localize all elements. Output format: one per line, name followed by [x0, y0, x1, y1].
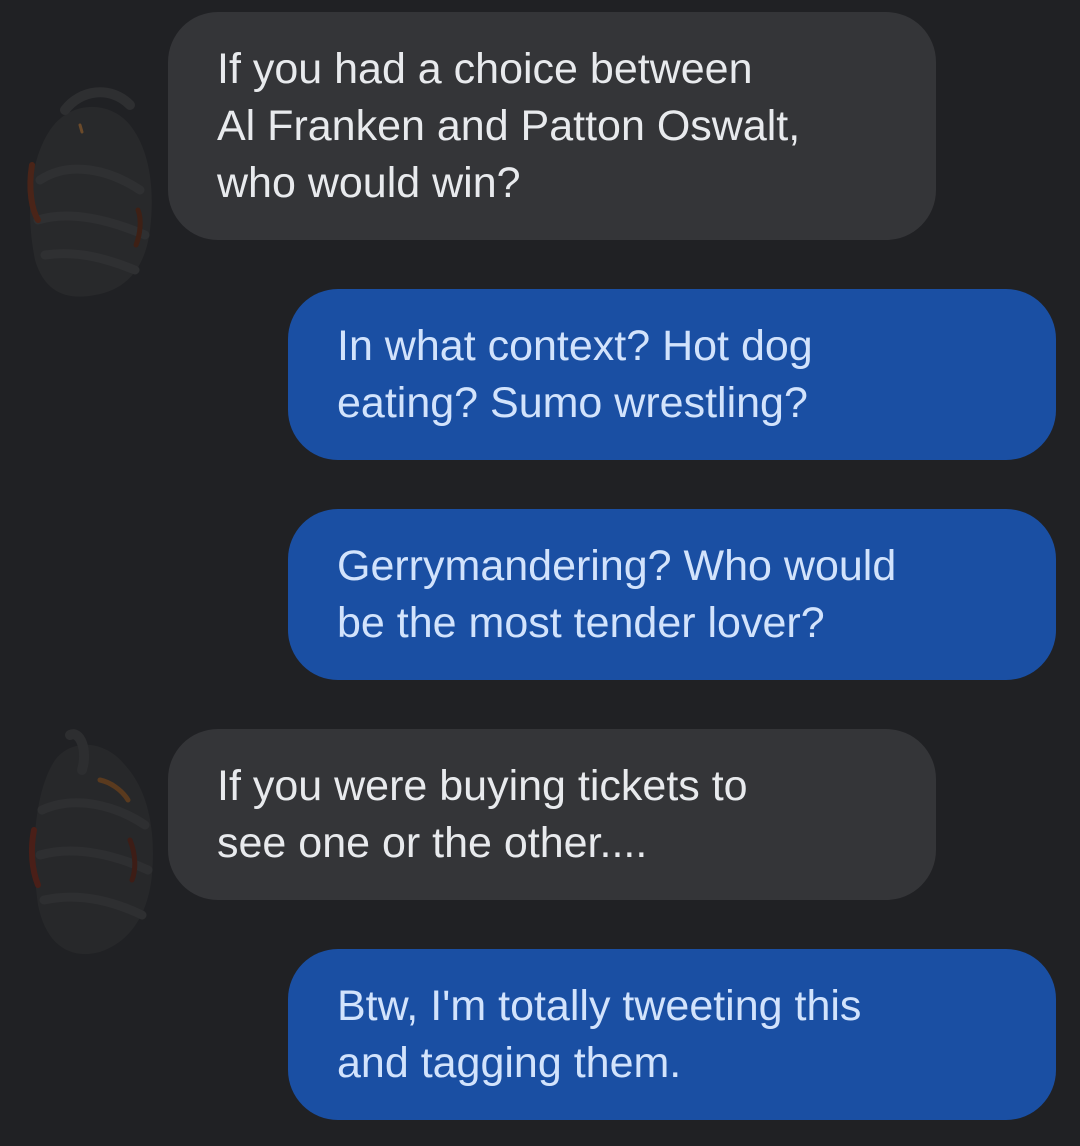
message-thread: If you had a choice between Al Franken a… — [0, 0, 1080, 1146]
message-text-line: Btw, I'm totally tweeting this — [337, 981, 862, 1030]
incoming-message-bubble[interactable]: If you were buying tickets to see one or… — [168, 729, 936, 900]
outgoing-message-bubble[interactable]: Btw, I'm totally tweeting this and taggi… — [288, 949, 1056, 1120]
message-text-line: see one or the other.... — [217, 818, 648, 867]
message-text-line: eating? Sumo wrestling? — [337, 378, 808, 427]
avatar-redacted — [27, 87, 152, 297]
message-text-line: Gerrymandering? Who would — [337, 541, 897, 590]
avatar-redacted — [28, 729, 153, 955]
message-text-line: who would win? — [217, 158, 521, 207]
outgoing-message-bubble[interactable]: Gerrymandering? Who would be the most te… — [288, 509, 1056, 680]
incoming-message-bubble[interactable]: If you had a choice between Al Franken a… — [168, 12, 936, 240]
message-text-line: If you had a choice between — [217, 44, 753, 93]
message-text-line: Al Franken and Patton Oswalt, — [217, 101, 801, 150]
message-text-line: and tagging them. — [337, 1038, 682, 1087]
message-text-line: In what context? Hot dog — [337, 321, 813, 370]
message-text-line: If you were buying tickets to — [217, 761, 748, 810]
outgoing-message-bubble[interactable]: In what context? Hot dog eating? Sumo wr… — [288, 289, 1056, 460]
message-text-line: be the most tender lover? — [337, 598, 825, 647]
